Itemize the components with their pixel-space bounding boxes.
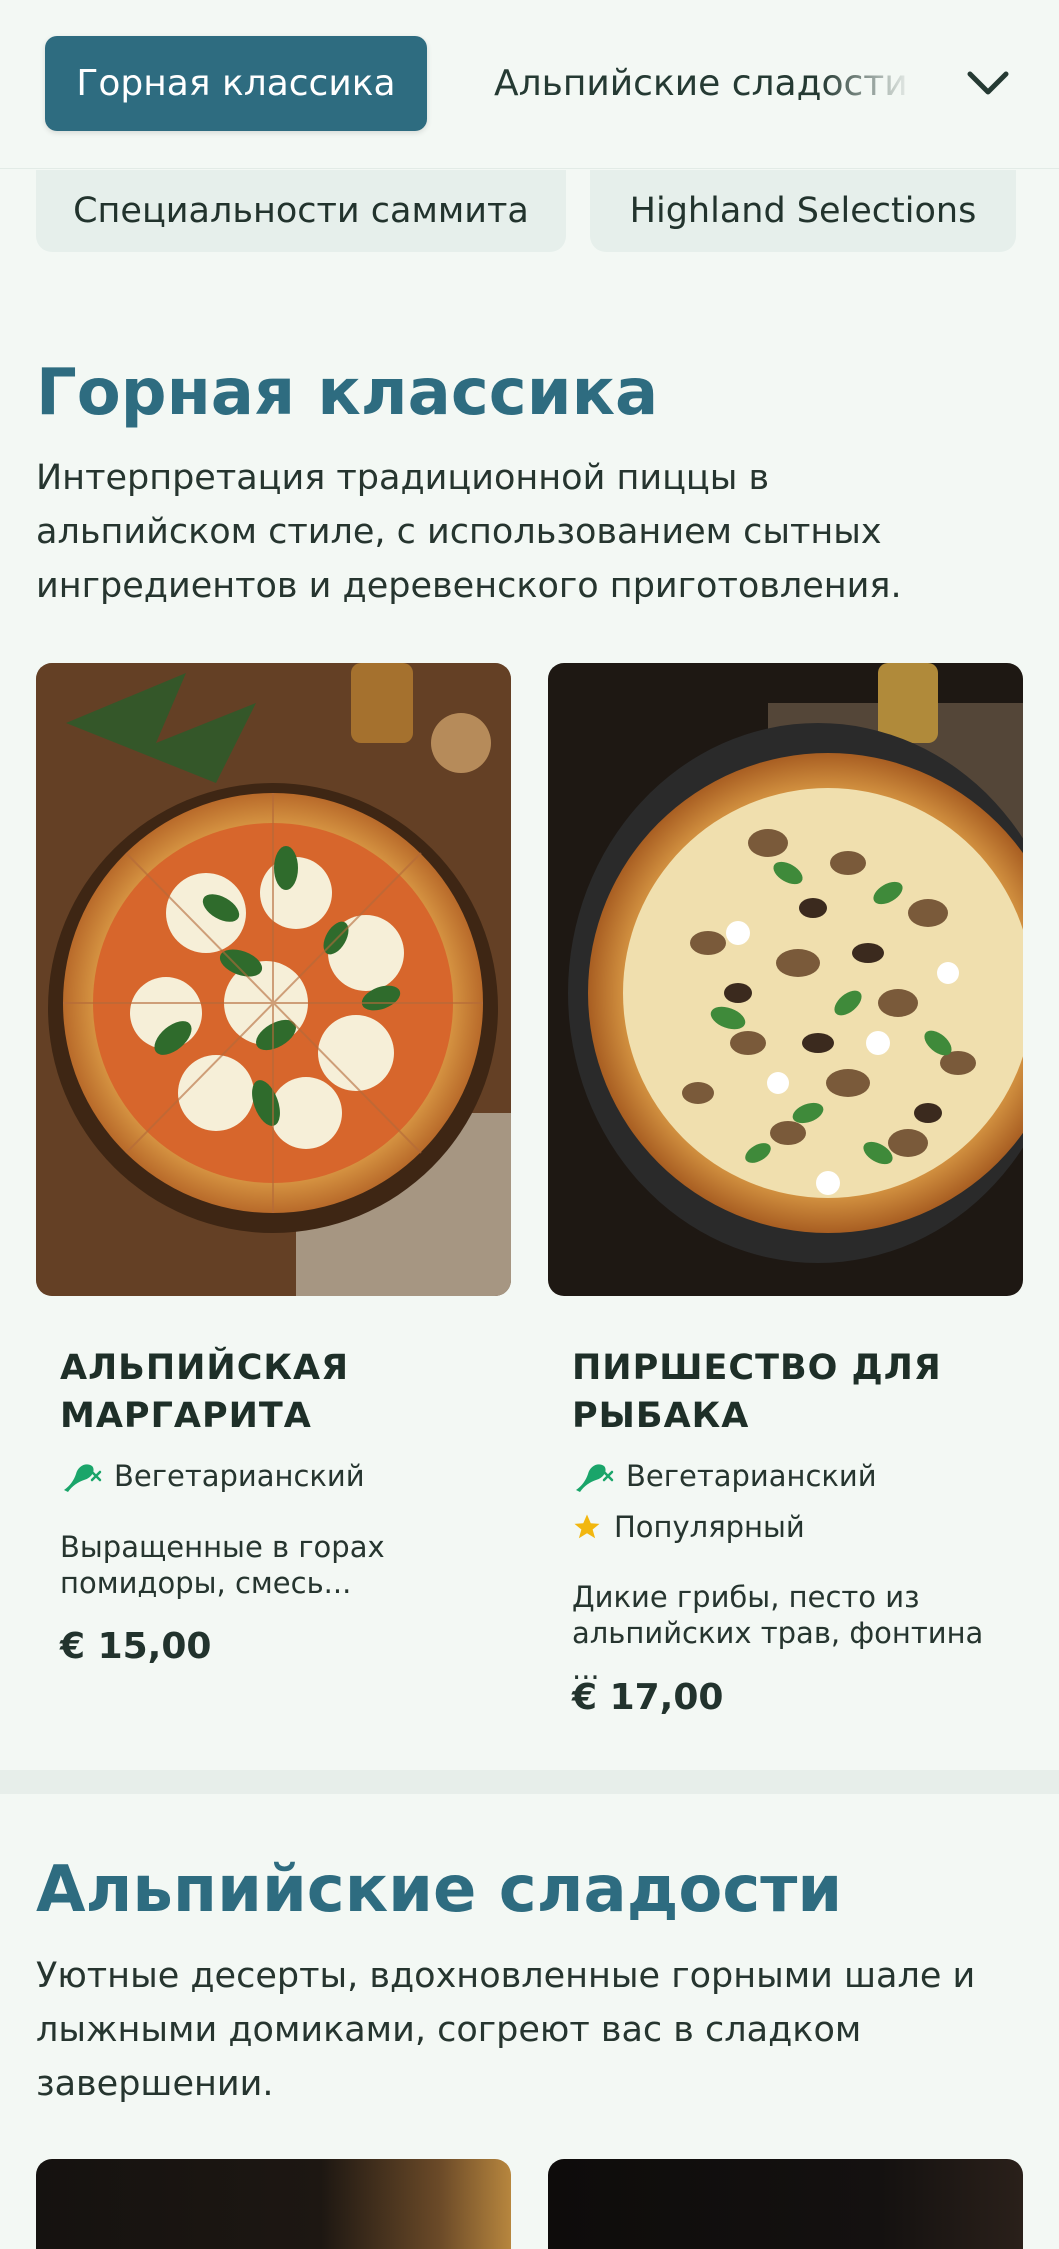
dessert-image[interactable]	[548, 2159, 1023, 2249]
section-description: Уютные десерты, вдохновленные горными ша…	[36, 1956, 976, 2104]
vegetarian-icon	[572, 1458, 614, 1494]
section-divider	[0, 1770, 1059, 1794]
chevron-down-icon[interactable]	[962, 58, 1014, 110]
section-title: Горная классика	[36, 356, 659, 430]
tab-highland-selections[interactable]: Highland Selections	[590, 170, 1016, 252]
tag-label: Вегетарианский	[114, 1459, 365, 1493]
tag-label: Вегетарианский	[626, 1459, 877, 1493]
tag-vegetarian: Вегетарианский	[572, 1456, 877, 1496]
item-description: Выращенные в горах помидоры, смесь...	[60, 1530, 385, 1600]
vegetarian-icon	[60, 1458, 102, 1494]
tag-label: Популярный	[614, 1510, 805, 1544]
item-description: Дикие грибы, песто из альпийских трав, ф…	[572, 1580, 984, 1686]
item-price: € 15,00	[60, 1626, 212, 1667]
section-title: Альпийские сладости	[36, 1853, 843, 1927]
pizza-image-fisherman[interactable]	[548, 663, 1023, 1296]
tab-alpine-sweets[interactable]: Альпийские сладости	[494, 36, 914, 131]
section-description: Интерпретация традиционной пиццы в альпи…	[36, 458, 902, 606]
item-name: ПИРШЕСТВО ДЛЯ РЫБАКА	[572, 1348, 942, 1436]
item-price: € 17,00	[572, 1677, 724, 1718]
tag-vegetarian: Вегетарианский	[60, 1456, 365, 1496]
tag-popular: Популярный	[572, 1507, 805, 1547]
pizza-image-margherita[interactable]	[36, 663, 511, 1296]
category-nav: Горная классика Альпийские сладости	[0, 0, 1059, 169]
tab-mountain-classics[interactable]: Горная классика	[45, 36, 427, 131]
star-icon	[572, 1509, 602, 1545]
item-name: АЛЬПИЙСКАЯ МАРГАРИТА	[60, 1348, 350, 1436]
tab-summit-specialties[interactable]: Специальности саммита	[36, 170, 566, 252]
dessert-image[interactable]	[36, 2159, 511, 2249]
